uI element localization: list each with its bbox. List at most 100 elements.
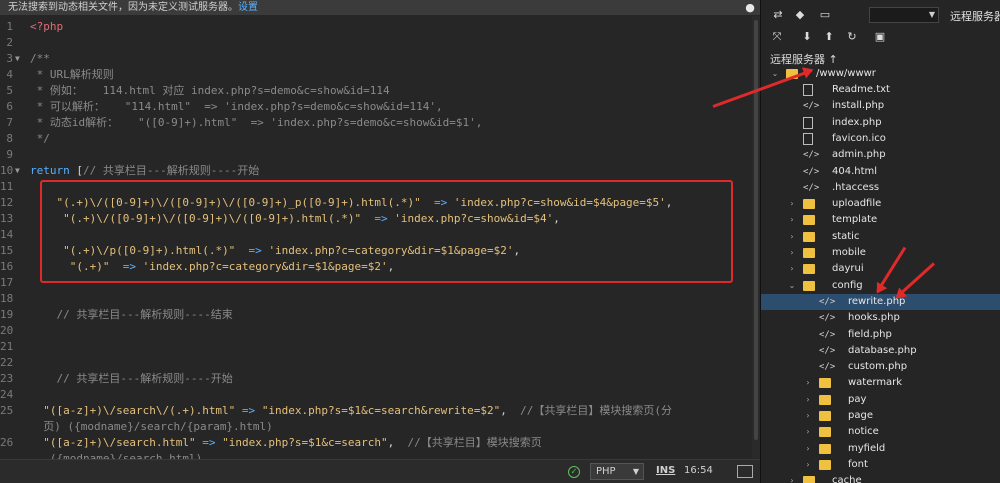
tree-file[interactable]: </> custom.php [761, 359, 1000, 375]
code-line[interactable]: 页) ({modname}/search/{param}.html) [0, 419, 760, 435]
get-down-icon[interactable]: ⬇ [800, 28, 814, 46]
tree-file[interactable]: </> field.php [761, 327, 1000, 343]
code-line[interactable]: 9 [0, 147, 760, 163]
code-token: [ [69, 164, 83, 177]
chevron-right-icon[interactable]: › [803, 375, 813, 391]
connect-icon[interactable]: ⤧ [768, 28, 786, 46]
close-icon[interactable]: ● [743, 0, 757, 15]
chevron-right-icon[interactable]: › [787, 212, 797, 228]
scrollbar-thumb[interactable] [754, 20, 758, 440]
tree-item-label: pay [848, 394, 867, 405]
fold-toggle-icon[interactable]: ▼ [15, 51, 25, 67]
code-token: , [500, 404, 521, 417]
tree-item-label: index.php [832, 117, 882, 128]
line-number: 9 [6, 148, 13, 161]
tree-folder[interactable]: › watermark [761, 375, 1000, 391]
expand-icon[interactable]: ▣ [872, 28, 888, 46]
remote-server-header[interactable]: 远程服务器 ↑ [770, 51, 838, 67]
code-line[interactable]: 19 // 共享栏目---解析规则----结束 [0, 307, 760, 323]
code-line[interactable]: 6 * 可以解析： "114.html" => 'index.php?s=dem… [0, 99, 760, 115]
tree-file[interactable]: index.php [761, 115, 1000, 131]
chevron-down-icon: ▼ [928, 10, 935, 19]
chevron-right-icon[interactable]: › [787, 473, 797, 483]
language-select[interactable]: PHP ▼ [590, 463, 644, 480]
tree-file[interactable]: </> database.php [761, 343, 1000, 359]
code-token: , [387, 436, 408, 449]
code-line[interactable]: 7 * 动态id解析： "([0-9]+).html" => 'index.ph… [0, 115, 760, 131]
tree-item-label: cache [832, 475, 862, 483]
settings-link[interactable]: 设置 [238, 2, 258, 13]
tree-folder[interactable]: › myfield [761, 441, 1000, 457]
site-select[interactable]: ▼ [869, 7, 939, 23]
code-file-icon: </> [819, 297, 836, 307]
line-number: 7 [6, 116, 13, 129]
chevron-right-icon[interactable]: › [803, 457, 813, 473]
chevron-right-icon[interactable]: › [787, 245, 797, 261]
code-line[interactable]: 3 ▼ /** [0, 51, 760, 67]
tree-file[interactable]: </> admin.php [761, 147, 1000, 163]
tree-folder[interactable]: › pay [761, 392, 1000, 408]
code-line[interactable]: 20 [0, 323, 760, 339]
insert-mode[interactable]: INS [656, 465, 675, 476]
tree-file[interactable]: Readme.txt [761, 82, 1000, 98]
chevron-right-icon[interactable]: › [803, 392, 813, 408]
view-select[interactable]: 远程服务器 [950, 8, 1000, 24]
root-path: /www/wwwr [816, 68, 876, 79]
code-line[interactable]: 4 * URL解析规则 [0, 67, 760, 83]
line-number: 22 [0, 356, 14, 369]
tree-file[interactable]: </> 404.html [761, 164, 1000, 180]
chevron-right-icon[interactable]: › [787, 196, 797, 212]
vertical-scrollbar[interactable] [752, 16, 760, 458]
sync-icon[interactable]: ⇄ [771, 6, 785, 24]
tree-file[interactable]: </> hooks.php [761, 310, 1000, 326]
refresh-icon[interactable]: ↻ [845, 28, 859, 46]
folder-icon[interactable]: ▭ [818, 6, 832, 24]
code-token: * 可以解析： "114.html" => 'index.php?s=demo&… [30, 100, 443, 113]
tree-item-label: install.php [832, 100, 885, 111]
tree-item-label: watermark [848, 377, 903, 388]
line-number: 25 [0, 404, 14, 417]
code-line[interactable]: 26 "([a-z]+)\/search.html" => "index.php… [0, 435, 760, 451]
tree-folder[interactable]: › page [761, 408, 1000, 424]
code-line[interactable]: 25 "([a-z]+)\/search\/(.+).html" => "ind… [0, 403, 760, 419]
folder-icon [803, 232, 815, 242]
chevron-down-icon[interactable]: ⌄ [787, 278, 797, 294]
chevron-right-icon[interactable]: › [787, 229, 797, 245]
chevron-right-icon[interactable]: › [803, 408, 813, 424]
git-icon[interactable]: ◆ [793, 6, 807, 24]
chevron-right-icon[interactable]: › [787, 261, 797, 277]
code-file-icon: </> [803, 167, 820, 177]
tree-file[interactable]: </> install.php [761, 98, 1000, 114]
code-line[interactable]: 5 * 例如： 114.html 对应 index.php?s=demo&c=s… [0, 83, 760, 99]
chevron-right-icon[interactable]: › [803, 441, 813, 457]
code-line[interactable]: 21 [0, 339, 760, 355]
tree-folder[interactable]: › cache [761, 473, 1000, 483]
code-line[interactable]: 22 [0, 355, 760, 371]
tree-folder[interactable]: › template [761, 212, 1000, 228]
tree-folder[interactable]: › font [761, 457, 1000, 473]
tree-folder[interactable]: › static [761, 229, 1000, 245]
code-line[interactable]: 23 // 共享栏目---解析规则----开始 [0, 371, 760, 387]
put-up-icon[interactable]: ⬆ [822, 28, 836, 46]
chevron-right-icon[interactable]: › [803, 424, 813, 440]
line-number: 11 [0, 180, 14, 193]
code-editor[interactable]: 无法搜索到动态相关文件，因为未定义测试服务器。设置 ● 1 <?php 2 3 ▼/**… [0, 0, 760, 483]
live-preview-icon[interactable] [737, 465, 753, 478]
code-line[interactable]: 18 [0, 291, 760, 307]
line-number: 4 [6, 68, 13, 81]
tree-folder[interactable]: › dayrui [761, 261, 1000, 277]
tree-folder[interactable]: › mobile [761, 245, 1000, 261]
code-line[interactable]: 24 [0, 387, 760, 403]
code-line[interactable]: 8 */ [0, 131, 760, 147]
tree-file[interactable]: </> .htaccess [761, 180, 1000, 196]
tree-folder[interactable]: › notice [761, 424, 1000, 440]
fold-toggle-icon[interactable]: ▼ [15, 163, 25, 179]
code-line[interactable]: 10 ▼ return [// 共享栏目---解析规则----开始 [0, 163, 760, 179]
code-line[interactable]: 1 <?php [0, 19, 760, 35]
tree-item-label: font [848, 459, 868, 470]
tree-file[interactable]: favicon.ico [761, 131, 1000, 147]
tree-folder[interactable]: › uploadfile [761, 196, 1000, 212]
code-text: return [// 共享栏目---解析规则----开始 [30, 163, 259, 179]
code-line[interactable]: 2 [0, 35, 760, 51]
